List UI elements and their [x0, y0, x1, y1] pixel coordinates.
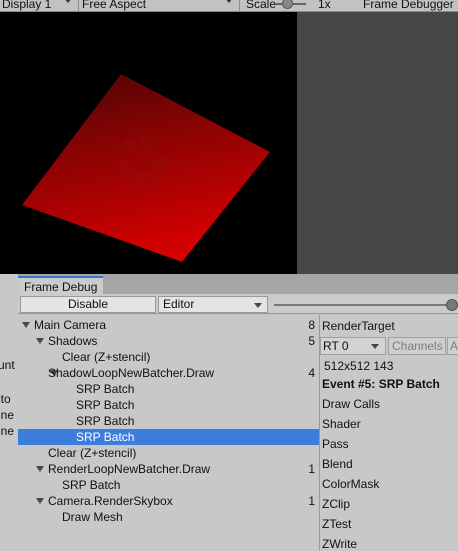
chevron-down-icon	[371, 344, 379, 349]
aspect-chevron-down-icon[interactable]	[225, 0, 233, 3]
event-title: Event #5: SRP Batch	[322, 377, 440, 391]
tree-row[interactable]: Clear (Z+stencil)	[18, 445, 319, 461]
property-label: ZWrite	[322, 537, 358, 551]
expand-arrow-icon[interactable]	[36, 338, 44, 344]
tree-row-count: 1	[308, 462, 315, 476]
tree-row-label: Shadows	[48, 334, 98, 348]
tree-row[interactable]: ShadowLoopNewBatcher.Draw 4	[18, 365, 319, 381]
scale-label: Scale	[246, 0, 277, 11]
tree-row[interactable]: SRP Batch	[18, 413, 319, 429]
property-label: ZTest	[322, 517, 352, 531]
toolbar-divider	[239, 0, 240, 11]
tree-row[interactable]: SRP Batch	[18, 381, 319, 397]
tree-row[interactable]: SRP Batch	[18, 429, 319, 445]
tree-row-label: SRP Batch	[62, 478, 121, 492]
toolbar-divider	[78, 0, 79, 11]
tree-row-count: 1	[308, 494, 315, 508]
disable-button[interactable]: Disable	[20, 296, 156, 313]
frame-debug-window: Frame Debug Disable Editor Main Camera 8 S…	[18, 274, 458, 551]
property-label: Draw Calls	[322, 397, 381, 411]
tree-row[interactable]: SRP Batch	[18, 477, 319, 493]
tree-row-label: SRP Batch	[76, 414, 135, 428]
event-slider-handle[interactable]	[446, 299, 458, 311]
tree-row-label: Camera.RenderSkybox	[48, 494, 173, 508]
tree-row-count: 4	[308, 366, 315, 380]
aspect-dropdown[interactable]: Free Aspect	[82, 0, 146, 11]
rendered-scene	[22, 74, 270, 262]
tree-row[interactable]: SRP Batch	[18, 397, 319, 413]
event-tree: Main Camera 8 Shadows 5 Clear (Z+stencil) Sha…	[18, 315, 319, 551]
tree-row[interactable]: Main Camera 8	[18, 317, 319, 333]
event-slider-track[interactable]	[274, 304, 458, 306]
render-target-dropdown-label: RT 0	[323, 339, 349, 353]
scale-slider-handle[interactable]	[282, 0, 293, 9]
scale-value: 1x	[318, 0, 331, 11]
tree-row-label: Main Camera	[34, 318, 107, 332]
tree-row-count: 5	[308, 334, 315, 348]
target-dropdown[interactable]: Editor	[158, 296, 268, 313]
frame-debug-toolbar: Disable Editor	[18, 294, 458, 314]
render-target-label: RenderTarget	[322, 319, 395, 333]
left-panel-text: ine	[0, 424, 15, 438]
tree-row[interactable]: RenderLoopNewBatcher.Draw 1	[18, 461, 319, 477]
tree-row-label: ShadowLoopNewBatcher.Draw	[48, 366, 215, 380]
tree-row[interactable]: Camera.RenderSkybox 1	[18, 493, 319, 509]
tree-row[interactable]: Shadows 5	[18, 333, 319, 349]
expand-arrow-icon[interactable]	[36, 466, 44, 472]
game-render-view	[0, 12, 297, 274]
property-label: Pass	[322, 437, 349, 451]
tree-row-label: SRP Batch	[76, 398, 135, 412]
tab-frame-debug[interactable]: Frame Debug	[18, 276, 104, 294]
event-details-panel: RenderTarget RT 0 Channels A 512x512 143…	[320, 315, 458, 551]
display-dropdown[interactable]: Display 1	[2, 0, 51, 11]
property-label: ColorMask	[322, 477, 380, 491]
tree-row[interactable]: Clear (Z+stencil)	[18, 349, 319, 365]
expand-arrow-icon[interactable]	[36, 498, 44, 504]
left-panel-edge: unt ito ine ine	[0, 274, 18, 551]
game-view-toolbar: Display 1 Free Aspect Scale 1x Frame Deb…	[0, 0, 458, 12]
tree-row[interactable]: Draw Mesh	[18, 509, 319, 525]
render-target-size: 512x512 143	[324, 359, 394, 373]
render-target-dropdown[interactable]: RT 0	[320, 337, 386, 355]
chevron-down-icon	[254, 303, 262, 308]
property-label: Blend	[322, 457, 353, 471]
expand-arrow-icon[interactable]	[22, 322, 30, 328]
tree-row-label: Clear (Z+stencil)	[62, 350, 151, 364]
frame-debug-tabbar: Frame Debug	[18, 274, 458, 294]
channel-a-toggle[interactable]: A	[447, 337, 458, 355]
property-label: ZClip	[322, 497, 351, 511]
left-panel-text: unt	[0, 358, 15, 372]
tree-row-label: RenderLoopNewBatcher.Draw	[48, 462, 211, 476]
empty-view-area	[297, 12, 458, 274]
tree-row-label: Clear (Z+stencil)	[48, 446, 137, 460]
left-panel-text: ito	[0, 392, 11, 406]
channels-button[interactable]: Channels	[388, 337, 446, 355]
tree-row-label: SRP Batch	[76, 430, 135, 444]
frame-debugger-toggle[interactable]: Frame Debugger	[363, 0, 454, 11]
tree-row-label: SRP Batch	[76, 382, 135, 396]
tree-row-label: Draw Mesh	[62, 510, 123, 524]
tree-row-count: 8	[308, 318, 315, 332]
display-chevron-down-icon[interactable]	[64, 0, 72, 3]
left-panel-text: ine	[0, 408, 15, 422]
target-dropdown-label: Editor	[163, 297, 195, 311]
property-label: Shader	[322, 417, 361, 431]
